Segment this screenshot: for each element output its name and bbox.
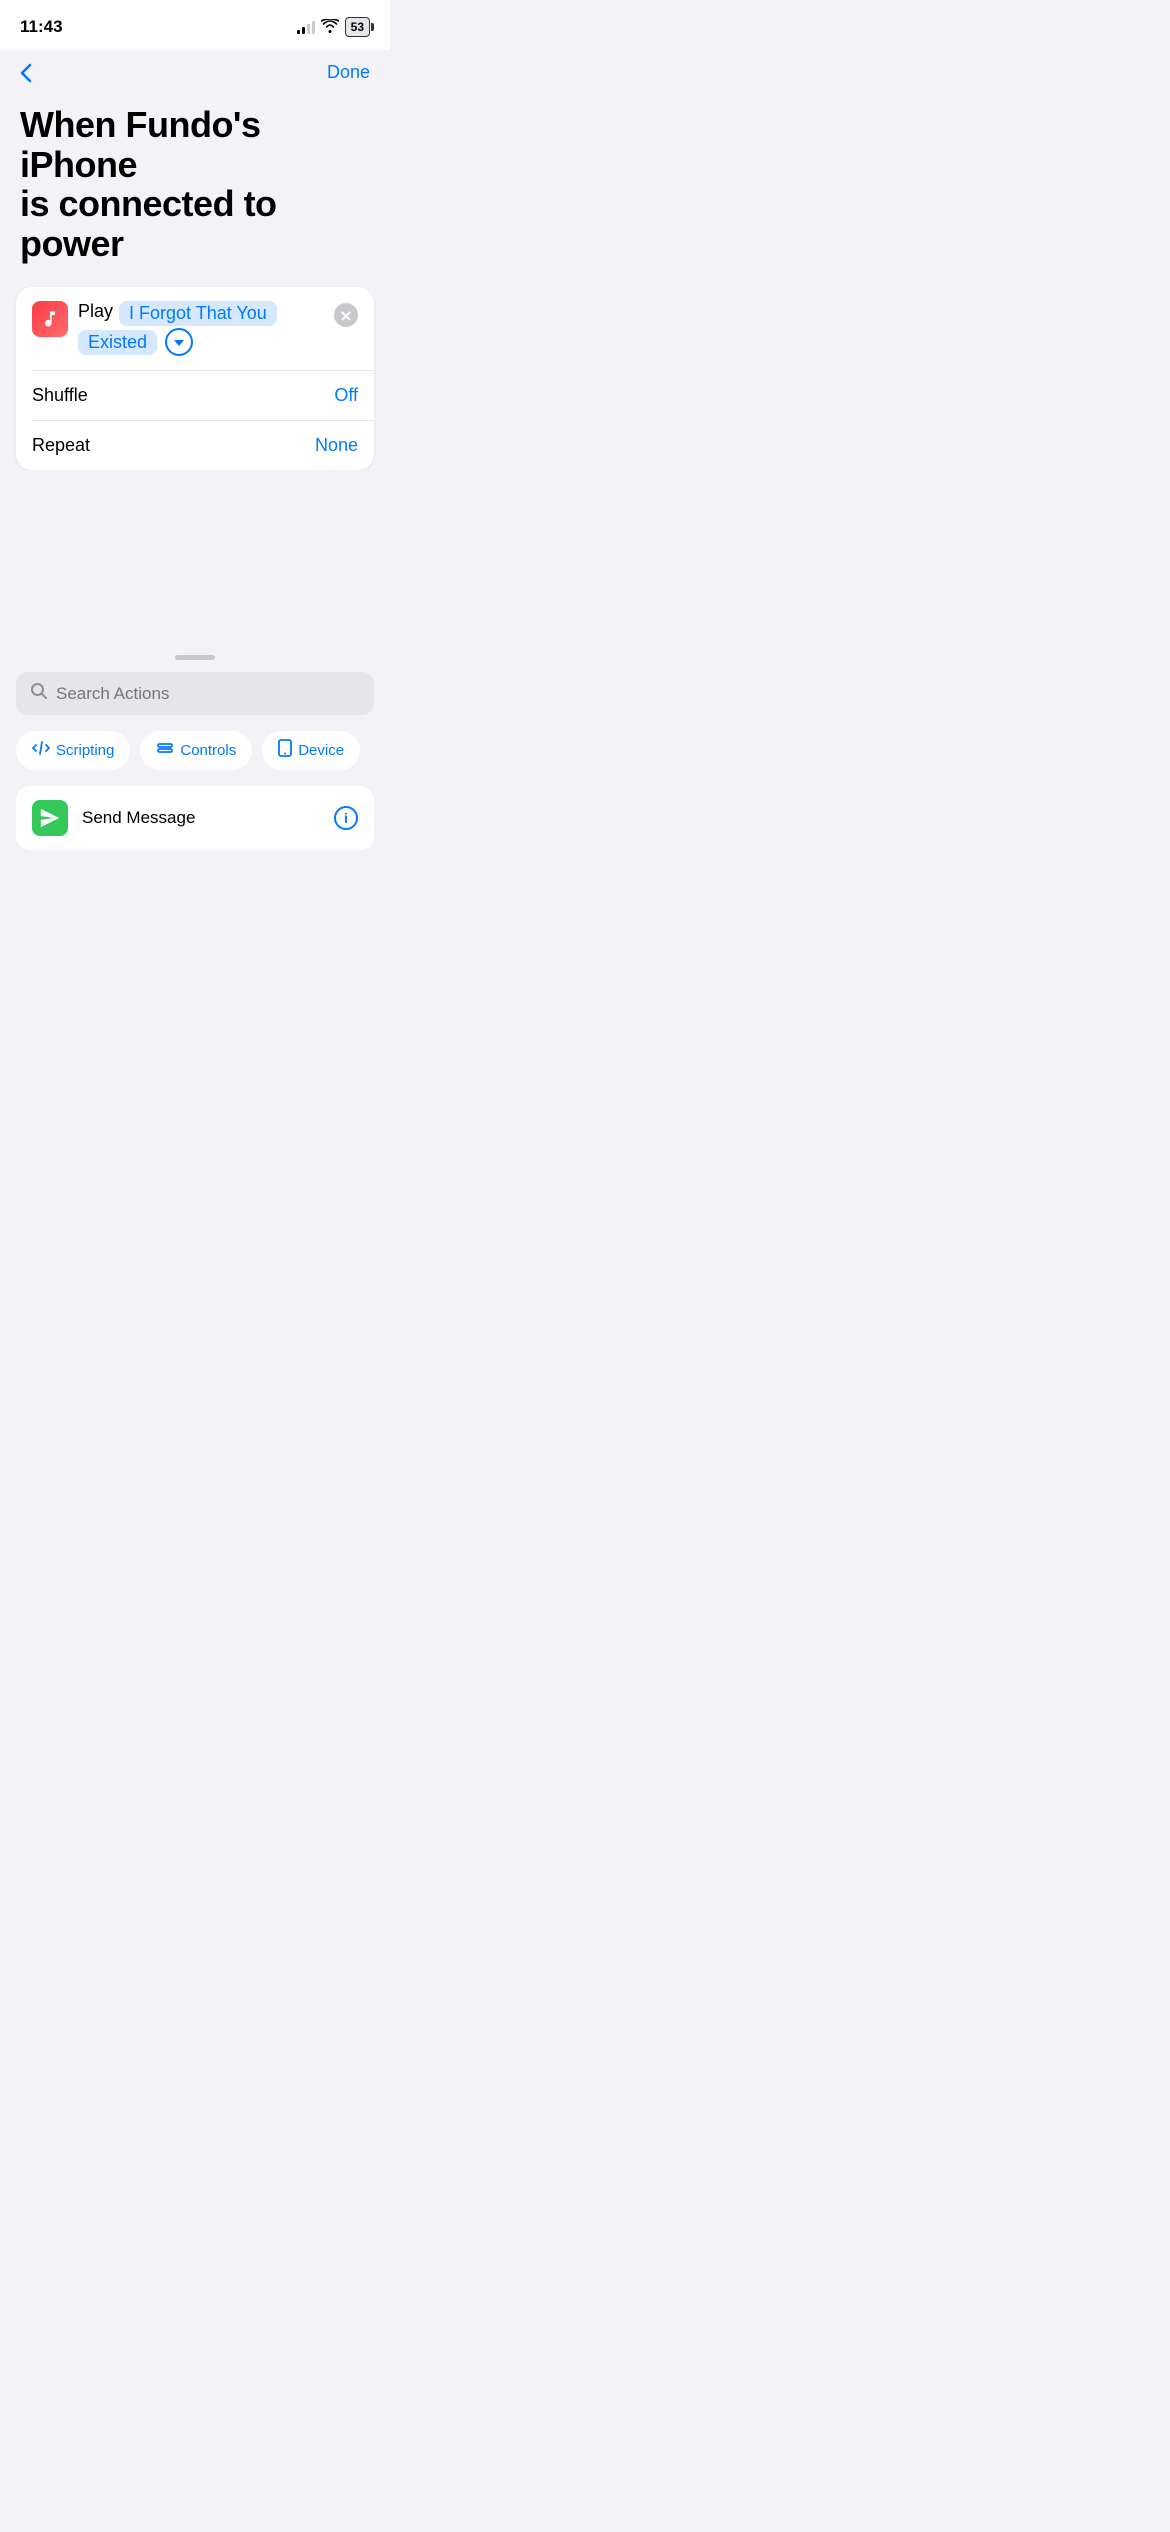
action-card: Play I Forgot That You Existed Shuffle O…	[16, 287, 374, 470]
music-app-icon	[32, 301, 68, 337]
action-header: Play I Forgot That You Existed	[16, 287, 374, 370]
shuffle-label: Shuffle	[32, 385, 88, 406]
handle-bar	[175, 655, 215, 660]
category-tabs: Scripting Controls Device	[0, 731, 390, 770]
status-icons: 53	[297, 17, 370, 37]
search-bar[interactable]	[16, 672, 374, 715]
nav-bar: Done	[0, 50, 390, 95]
expand-button[interactable]	[165, 328, 193, 356]
chevron-down-icon	[174, 340, 184, 346]
tab-device[interactable]: Device	[262, 731, 360, 770]
wifi-icon	[321, 19, 339, 36]
page-title: When Fundo's iPhone is connected to powe…	[20, 105, 370, 263]
repeat-label: Repeat	[32, 435, 90, 456]
song-token-part1[interactable]: I Forgot That You	[119, 301, 277, 326]
play-label: Play	[78, 301, 113, 322]
status-time: 11:43	[20, 17, 63, 37]
tab-controls[interactable]: Controls	[140, 731, 252, 770]
info-button[interactable]: i	[334, 806, 358, 830]
page-title-section: When Fundo's iPhone is connected to powe…	[0, 95, 390, 287]
action-second-row: Existed	[78, 328, 324, 356]
search-input[interactable]	[56, 684, 360, 704]
controls-label: Controls	[180, 742, 236, 759]
list-section: Send Message i	[16, 786, 374, 850]
scripting-icon	[32, 739, 50, 762]
action-first-row: Play I Forgot That You	[78, 301, 324, 326]
signal-icon	[297, 20, 315, 34]
battery-level: 53	[351, 20, 364, 34]
list-item[interactable]: Send Message i	[16, 786, 374, 850]
done-button[interactable]: Done	[327, 62, 370, 83]
list-item-label: Send Message	[82, 808, 320, 828]
song-token-part2[interactable]: Existed	[78, 330, 157, 355]
status-bar: 11:43 53	[0, 0, 390, 50]
shuffle-row[interactable]: Shuffle Off	[16, 371, 374, 420]
search-icon	[30, 682, 48, 705]
repeat-value[interactable]: None	[315, 435, 358, 456]
close-button[interactable]	[334, 303, 358, 327]
bottom-sheet: Scripting Controls Device	[0, 645, 390, 870]
back-button[interactable]	[20, 63, 32, 83]
scripting-label: Scripting	[56, 742, 114, 759]
tab-scripting[interactable]: Scripting	[16, 731, 130, 770]
action-content: Play I Forgot That You Existed	[78, 301, 324, 356]
device-label: Device	[298, 742, 344, 759]
repeat-row[interactable]: Repeat None	[16, 421, 374, 470]
battery-indicator: 53	[345, 17, 370, 37]
controls-icon	[156, 739, 174, 762]
sheet-handle	[0, 645, 390, 668]
device-icon	[278, 739, 292, 762]
shuffle-value[interactable]: Off	[334, 385, 358, 406]
send-message-icon	[32, 800, 68, 836]
